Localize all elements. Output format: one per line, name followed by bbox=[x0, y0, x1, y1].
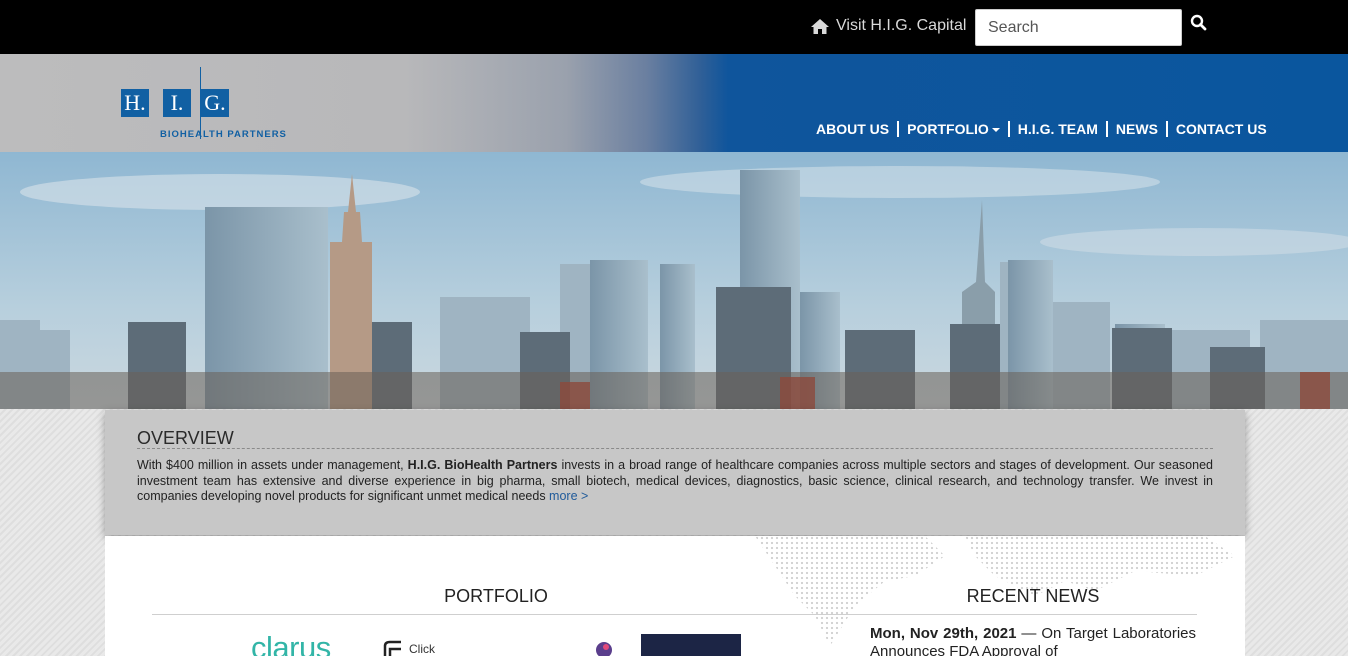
overview-section: OVERVIEW With $400 million in assets und… bbox=[105, 410, 1245, 535]
nav-contact-us[interactable]: CONTACT US bbox=[1176, 121, 1267, 137]
news-date: Mon, Nov 29th, 2021 bbox=[870, 625, 1017, 642]
hero-skyline-image bbox=[0, 152, 1348, 409]
top-bar: Visit H.I.G. Capital bbox=[0, 0, 1348, 54]
visit-hig-capital-link[interactable]: Visit H.I.G. Capital bbox=[810, 17, 966, 35]
click-logo-text: Click bbox=[409, 642, 435, 656]
site-header: H. I. G. BIOHEALTH PARTNERS ABOUT US POR… bbox=[0, 54, 1348, 152]
overview-more-link[interactable]: more > bbox=[549, 489, 588, 503]
clarus-logo[interactable]: clarus bbox=[251, 630, 331, 656]
search-button[interactable] bbox=[1190, 14, 1212, 36]
nav-separator bbox=[1165, 121, 1168, 137]
news-item[interactable]: Mon, Nov 29th, 2021 — On Target Laborato… bbox=[870, 625, 1196, 656]
nav-separator bbox=[897, 121, 900, 137]
main-content: PORTFOLIO clarus Click RECENT NEWS Mon, … bbox=[105, 536, 1245, 656]
overview-text-intro: With $400 million in assets under manage… bbox=[137, 458, 408, 472]
logo-letter-i: I. bbox=[163, 89, 191, 117]
recent-news-title: RECENT NEWS bbox=[966, 586, 1100, 606]
portfolio-title: PORTFOLIO bbox=[444, 586, 548, 606]
nav-hig-team[interactable]: H.I.G. TEAM bbox=[1018, 121, 1098, 137]
home-icon bbox=[811, 18, 829, 34]
click-mark-icon bbox=[383, 640, 401, 656]
search-icon bbox=[1190, 14, 1207, 31]
click-logo[interactable]: Click bbox=[381, 640, 451, 656]
nav-separator bbox=[1105, 121, 1108, 137]
caret-down-icon bbox=[991, 128, 1000, 133]
portfolio-divider bbox=[152, 614, 888, 615]
overview-text-company: H.I.G. BioHealth Partners bbox=[407, 458, 558, 472]
hig-biohealth-logo[interactable]: H. I. G. BIOHEALTH PARTNERS bbox=[121, 67, 311, 142]
nav-portfolio[interactable]: PORTFOLIO bbox=[907, 121, 1000, 137]
nav-separator bbox=[1007, 121, 1010, 137]
nav-portfolio-label: PORTFOLIO bbox=[907, 121, 989, 137]
search-input[interactable] bbox=[975, 9, 1182, 46]
main-nav: ABOUT US PORTFOLIO H.I.G. TEAM NEWS CONT… bbox=[816, 121, 1267, 137]
logo-letter-h: H. bbox=[121, 89, 149, 117]
logo-subtitle: BIOHEALTH PARTNERS bbox=[160, 129, 287, 140]
visit-label: Visit H.I.G. Capital bbox=[836, 17, 967, 34]
portfolio-logo-dark[interactable] bbox=[641, 634, 741, 656]
logo-letter-g: G. bbox=[201, 89, 229, 117]
nav-news[interactable]: NEWS bbox=[1116, 121, 1158, 137]
portfolio-logo-orb[interactable] bbox=[593, 640, 615, 656]
nav-about-us[interactable]: ABOUT US bbox=[816, 121, 889, 137]
skyline-illustration bbox=[0, 152, 1348, 409]
overview-title: OVERVIEW bbox=[137, 428, 234, 448]
overview-text: With $400 million in assets under manage… bbox=[137, 458, 1213, 505]
news-divider bbox=[869, 614, 1197, 615]
overview-divider bbox=[137, 448, 1213, 449]
